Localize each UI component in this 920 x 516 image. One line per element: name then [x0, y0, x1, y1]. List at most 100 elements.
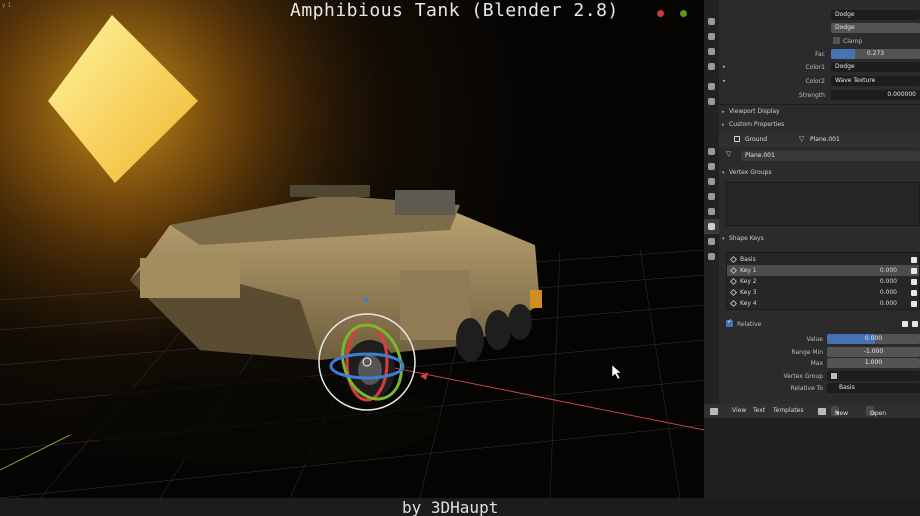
- tab-output[interactable]: [704, 44, 719, 59]
- tab-render[interactable]: [704, 29, 719, 44]
- custom-properties-panel[interactable]: ▸ Custom Properties: [719, 119, 920, 131]
- text-editor[interactable]: View Text Templates + New ▭ Open: [704, 404, 920, 498]
- color-field[interactable]: Dodge: [831, 10, 920, 20]
- vertex-group-label: Vertex Group: [783, 373, 823, 380]
- menu-templates[interactable]: Templates: [773, 407, 804, 414]
- shape-key-row[interactable]: Key 1 0.000: [727, 265, 919, 276]
- mesh-name-field[interactable]: Plane.001: [741, 151, 920, 161]
- shape-key-mute-checkbox[interactable]: [911, 279, 917, 285]
- shape-key-icon: [729, 255, 738, 264]
- edit-mode-icon[interactable]: [912, 321, 918, 327]
- vertex-group-field[interactable]: [827, 371, 920, 381]
- shape-key-name[interactable]: Key 3: [740, 287, 757, 298]
- properties-content: Color Dodge Dodge Clamp Fac 0.273 ▸ Colo…: [719, 0, 920, 404]
- open-text-button[interactable]: ▭ Open: [866, 406, 886, 417]
- shape-key-name[interactable]: Key 1: [740, 265, 757, 276]
- tab-material[interactable]: [704, 234, 719, 249]
- shape-keys-panel[interactable]: ▾ Shape Keys: [719, 233, 920, 245]
- shape-key-icon: [729, 299, 738, 308]
- tab-object[interactable]: [704, 144, 719, 159]
- object-name[interactable]: Ground: [745, 136, 767, 143]
- relative-to-field[interactable]: Basis: [827, 383, 920, 393]
- range-min-field[interactable]: -1.000: [827, 347, 920, 357]
- vertex-groups-title: Vertex Groups: [729, 169, 772, 176]
- tab-physics[interactable]: [704, 189, 719, 204]
- shape-key-value[interactable]: 0.000: [880, 298, 897, 309]
- divider: [719, 104, 920, 105]
- tab-world[interactable]: [704, 94, 719, 109]
- tab-modifiers[interactable]: [704, 159, 719, 174]
- chevron-down-icon: ▾: [722, 236, 725, 242]
- text-browse-icon[interactable]: [818, 408, 826, 415]
- navigation-gizmo[interactable]: [657, 10, 687, 17]
- fac-label: Fac: [815, 51, 825, 58]
- shape-key-mute-checkbox[interactable]: [911, 257, 917, 263]
- shape-key-name[interactable]: Basis: [740, 254, 756, 265]
- clamp-checkbox[interactable]: [833, 37, 840, 44]
- shape-key-row[interactable]: Key 3 0.000: [727, 287, 919, 298]
- value-number: 0.000: [864, 335, 883, 342]
- mesh-name[interactable]: Plane.001: [810, 136, 840, 143]
- max-field[interactable]: 1.000: [827, 358, 920, 368]
- chevron-right-icon: ▸: [722, 122, 725, 128]
- shape-key-name[interactable]: Key 2: [740, 276, 757, 287]
- viewport-display-panel[interactable]: ▸ Viewport Display: [719, 106, 920, 118]
- render-icon: [708, 33, 715, 40]
- value-label: Value: [806, 336, 823, 343]
- color1-socket[interactable]: Dodge: [831, 62, 920, 72]
- fac-slider[interactable]: 0.273: [831, 49, 920, 59]
- tab-mesh-data[interactable]: [704, 219, 719, 234]
- properties-editor[interactable]: Color Dodge Dodge Clamp Fac 0.273 ▸ Colo…: [704, 0, 920, 404]
- material-icon: [708, 238, 715, 245]
- mesh-browse-icon[interactable]: ▽: [726, 150, 731, 158]
- tab-view-layer[interactable]: [704, 59, 719, 74]
- tab-particles[interactable]: [704, 174, 719, 189]
- vertex-groups-panel[interactable]: ▾ Vertex Groups: [719, 167, 920, 179]
- value-slider[interactable]: 0.000: [827, 334, 920, 344]
- chevron-down-icon: ▾: [722, 170, 725, 176]
- vertex-groups-list[interactable]: [726, 182, 920, 226]
- 3d-viewport[interactable]: y 1 Amphibious Tank (Blender 2.8): [0, 0, 704, 498]
- expand-arrow-icon[interactable]: ▸: [723, 64, 726, 70]
- editor-type-icon[interactable]: [710, 408, 718, 415]
- tab-constraints[interactable]: [704, 204, 719, 219]
- video-caption-bar: by 3DHaupt: [0, 498, 920, 516]
- shape-key-mute-checkbox[interactable]: [911, 290, 917, 296]
- relative-checkbox[interactable]: [726, 318, 733, 327]
- view-layer-icon: [708, 63, 715, 70]
- shape-key-name[interactable]: Key 4: [740, 298, 757, 309]
- tab-scene[interactable]: [704, 79, 719, 94]
- custom-properties-label: Custom Properties: [729, 121, 785, 128]
- new-text-button[interactable]: + New: [831, 406, 848, 417]
- menu-text[interactable]: Text: [753, 407, 765, 414]
- shape-key-value[interactable]: 0.000: [880, 265, 897, 276]
- shape-key-row[interactable]: Key 4 0.000: [727, 298, 919, 309]
- shape-key-icon: [729, 288, 738, 297]
- chevron-right-icon: ▸: [722, 109, 725, 115]
- object-icon: [734, 136, 740, 142]
- shape-key-row[interactable]: Basis: [727, 254, 919, 265]
- relative-label: Relative: [737, 321, 762, 328]
- color2-socket[interactable]: Wave Texture: [831, 76, 920, 86]
- menu-view[interactable]: View: [732, 407, 746, 414]
- tab-tool[interactable]: [704, 14, 719, 29]
- tab-texture[interactable]: [704, 249, 719, 264]
- y-axis-icon[interactable]: [680, 10, 687, 17]
- blend-mode-dropdown[interactable]: Dodge: [831, 23, 920, 33]
- shape-key-value[interactable]: 0.000: [880, 287, 897, 298]
- shape-key-icon: [729, 266, 738, 275]
- expand-arrow-icon[interactable]: ▸: [723, 78, 726, 84]
- mesh-icon: ▽: [799, 135, 805, 143]
- pin-icon[interactable]: [902, 321, 908, 327]
- shape-key-mute-checkbox[interactable]: [911, 301, 917, 307]
- author-credit: by 3DHaupt: [402, 498, 499, 516]
- shape-key-mute-checkbox[interactable]: [911, 268, 917, 274]
- x-axis-icon[interactable]: [657, 10, 664, 17]
- output-icon: [708, 48, 715, 55]
- tool-icon: [708, 18, 715, 25]
- strength-field[interactable]: 0.000000: [831, 90, 920, 100]
- video-title: Amphibious Tank (Blender 2.8): [290, 0, 619, 21]
- shape-key-value[interactable]: 0.000: [880, 276, 897, 287]
- shape-keys-list[interactable]: Basis Key 1 0.000 Key 2 0.000 Key 3 0.000 Key 4…: [726, 252, 920, 310]
- shape-key-row[interactable]: Key 2 0.000: [727, 276, 919, 287]
